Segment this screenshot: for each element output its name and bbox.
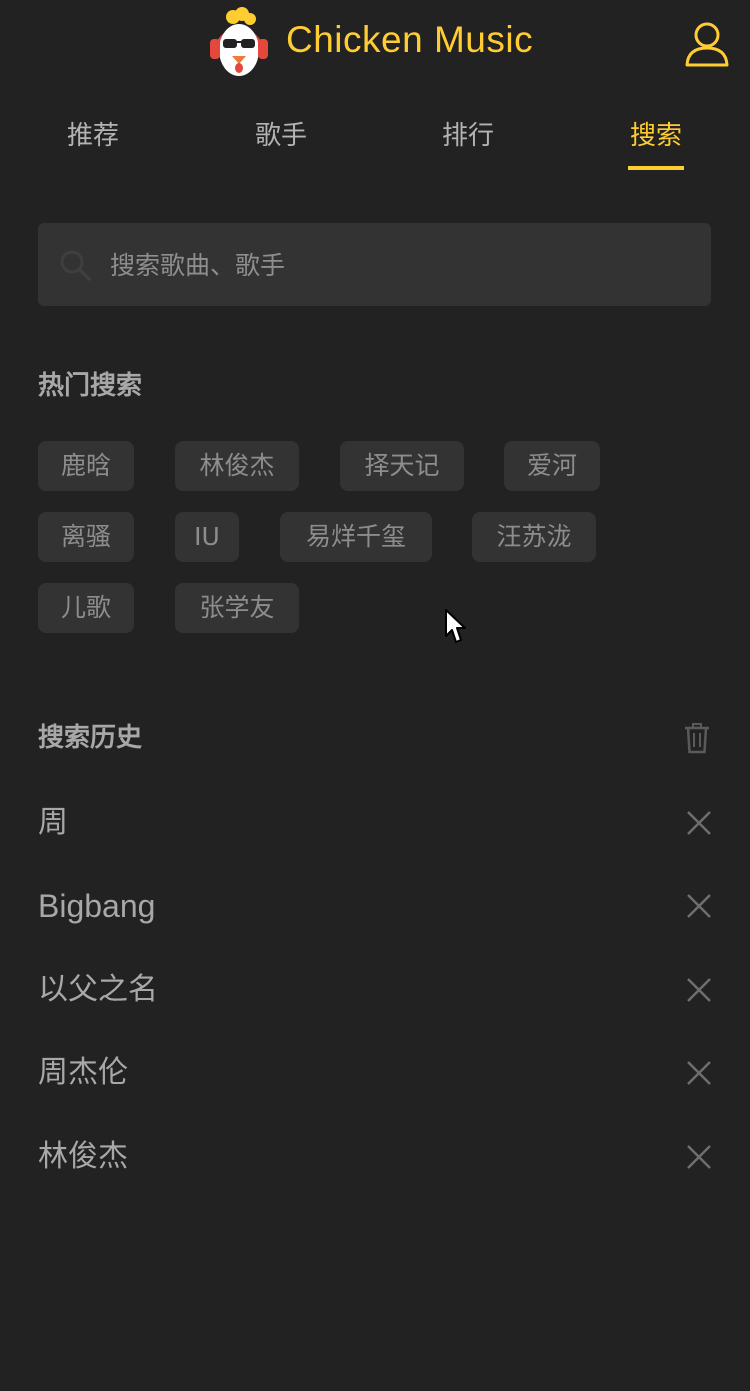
tab-recommend[interactable]: 推荐 — [43, 116, 143, 156]
close-icon[interactable] — [686, 977, 712, 1003]
search-input[interactable] — [108, 223, 692, 308]
hot-tag[interactable]: 汪苏泷 — [472, 512, 596, 562]
hot-search-title: 热门搜索 — [38, 371, 143, 401]
hot-tag[interactable]: 鹿晗 — [38, 441, 134, 491]
close-icon[interactable] — [686, 1060, 712, 1086]
history-item: Bigbang — [38, 876, 712, 936]
search-history-title: 搜索历史 — [38, 723, 143, 753]
hot-tag[interactable]: 离骚 — [38, 512, 134, 562]
active-tab-indicator — [628, 166, 684, 170]
tab-label: 歌手 — [254, 121, 307, 151]
hot-tag[interactable]: 林俊杰 — [175, 441, 299, 491]
history-item: 以父之名 — [38, 960, 712, 1020]
user-icon[interactable] — [684, 20, 730, 70]
history-item: 林俊杰 — [38, 1127, 712, 1187]
search-box — [38, 223, 711, 308]
tab-bar: 推荐 歌手 排行 搜索 — [0, 110, 750, 170]
hot-tag[interactable]: IU — [175, 512, 239, 562]
app-root: Chicken Music 推荐 歌手 排行 搜索 搜索歌曲、歌手 热门搜索 鹿… — [0, 0, 750, 1391]
hot-tag[interactable]: 张学友 — [175, 583, 299, 633]
history-item-label[interactable]: 周杰伦 — [38, 1051, 128, 1095]
hot-tag[interactable]: 易烊千玺 — [280, 512, 432, 562]
header: Chicken Music — [0, 0, 750, 88]
close-icon[interactable] — [686, 810, 712, 836]
tab-label: 搜索 — [629, 121, 682, 151]
tab-rank[interactable]: 排行 — [418, 116, 518, 156]
tab-singer[interactable]: 歌手 — [231, 116, 331, 156]
app-title: Chicken Music — [286, 19, 534, 60]
hot-tag[interactable]: 儿歌 — [38, 583, 134, 633]
history-item-label[interactable]: 林俊杰 — [38, 1135, 128, 1179]
history-item-label[interactable]: 周 — [38, 801, 68, 845]
tab-label: 推荐 — [66, 121, 119, 151]
tab-label: 排行 — [441, 121, 494, 151]
hot-tag[interactable]: 择天记 — [340, 441, 464, 491]
hot-tag[interactable]: 爱河 — [504, 441, 600, 491]
tab-search[interactable]: 搜索 — [606, 116, 706, 170]
search-icon — [58, 248, 92, 282]
trash-icon[interactable] — [683, 722, 711, 754]
history-item-label[interactable]: Bigbang — [38, 884, 155, 928]
close-icon[interactable] — [686, 893, 712, 919]
history-item: 周杰伦 — [38, 1043, 712, 1103]
history-item-label[interactable]: 以父之名 — [38, 968, 158, 1012]
close-icon[interactable] — [686, 1144, 712, 1170]
mouse-pointer-icon — [444, 608, 468, 646]
chicken-logo-icon — [206, 6, 272, 80]
history-item: 周 — [38, 793, 712, 853]
